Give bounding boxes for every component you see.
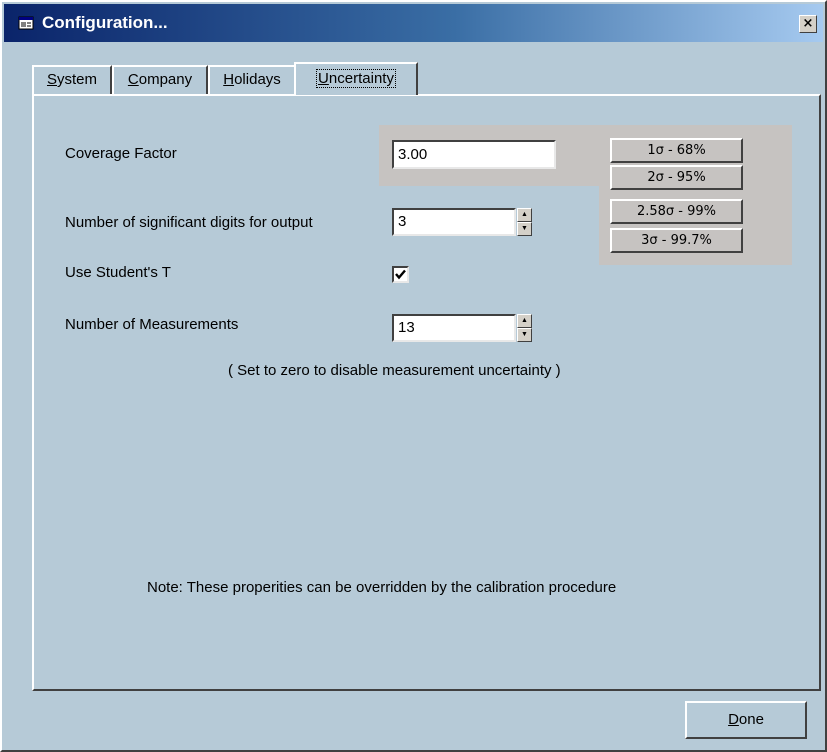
students-t-checkbox[interactable]	[392, 266, 409, 283]
override-note: Note: These properities can be overridde…	[147, 579, 617, 596]
coverage-factor-label: Coverage Factor	[65, 145, 177, 162]
measurements-hint: ( Set to zero to disable measurement unc…	[228, 362, 561, 379]
checkmark-icon	[395, 269, 406, 280]
students-t-label: Use Student's T	[65, 264, 171, 281]
down-arrow-icon[interactable]: ▼	[517, 222, 532, 236]
title-bar[interactable]: Configuration... ×	[4, 4, 823, 42]
measurements-spinner[interactable]: ▲ ▼	[517, 314, 532, 342]
up-arrow-icon[interactable]: ▲	[517, 208, 532, 222]
down-arrow-icon[interactable]: ▼	[517, 328, 532, 342]
window-app-icon	[18, 16, 34, 30]
uncertainty-panel: Coverage Factor 3.00 1σ - 68% 2σ - 95% 2…	[32, 94, 821, 691]
done-button-label: Done	[728, 711, 764, 728]
close-icon: ×	[802, 16, 814, 31]
sig-digits-input[interactable]: 3	[392, 208, 516, 236]
tab-system[interactable]: System	[32, 65, 112, 94]
coverage-factor-input[interactable]: 3.00	[392, 140, 556, 169]
up-arrow-icon[interactable]: ▲	[517, 314, 532, 328]
measurements-label: Number of Measurements	[65, 316, 239, 333]
preset-2sigma-button[interactable]: 2σ - 95%	[610, 165, 743, 190]
tab-system-label: System	[46, 71, 98, 88]
preset-3sigma-button[interactable]: 3σ - 99.7%	[610, 228, 743, 253]
measurements-input[interactable]: 13	[392, 314, 516, 342]
close-button[interactable]: ×	[799, 15, 817, 33]
preset-1sigma-button[interactable]: 1σ - 68%	[610, 138, 743, 163]
window-title: Configuration...	[42, 13, 168, 32]
sig-digits-label: Number of significant digits for output	[65, 214, 313, 231]
tab-company-label: Company	[127, 71, 193, 88]
preset-2.58sigma-button[interactable]: 2.58σ - 99%	[610, 199, 743, 224]
tab-holidays[interactable]: Holidays	[208, 65, 296, 94]
tab-uncertainty-label: Uncertainty	[316, 69, 396, 88]
tab-holidays-label: Holidays	[223, 71, 281, 88]
sig-digits-spinner[interactable]: ▲ ▼	[517, 208, 532, 236]
configuration-dialog: Configuration... × System Company Holida…	[0, 0, 827, 752]
done-button[interactable]: Done	[685, 701, 807, 739]
tab-company[interactable]: Company	[112, 65, 208, 94]
tab-uncertainty[interactable]: Uncertainty	[294, 62, 418, 95]
